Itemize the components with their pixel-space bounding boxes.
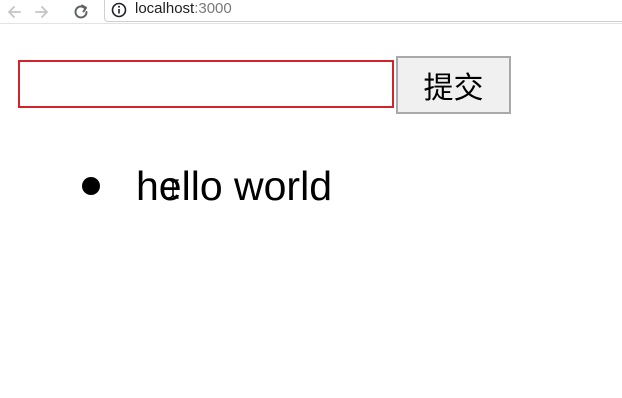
info-icon[interactable]	[111, 2, 127, 18]
todo-list: hello world	[80, 160, 332, 212]
back-arrow-icon	[8, 6, 21, 18]
browser-toolbar: localhost:3000	[0, 0, 622, 24]
url-host: localhost	[135, 0, 195, 17]
url-text: localhost:3000	[135, 0, 232, 19]
forward-arrow-icon	[35, 6, 48, 18]
todo-input[interactable]	[18, 60, 394, 108]
address-bar[interactable]: localhost:3000	[104, 0, 622, 22]
url-port: :3000	[194, 0, 232, 17]
list-item[interactable]: hello world	[80, 160, 332, 212]
reload-button[interactable]	[70, 0, 92, 24]
text-cursor-icon	[167, 179, 179, 199]
bullet-icon	[82, 177, 100, 195]
page-content: 提交 hello world	[0, 24, 622, 398]
submit-button[interactable]: 提交	[396, 56, 511, 114]
reload-icon	[74, 4, 88, 19]
forward-button[interactable]	[30, 0, 52, 24]
back-button[interactable]	[4, 0, 26, 24]
